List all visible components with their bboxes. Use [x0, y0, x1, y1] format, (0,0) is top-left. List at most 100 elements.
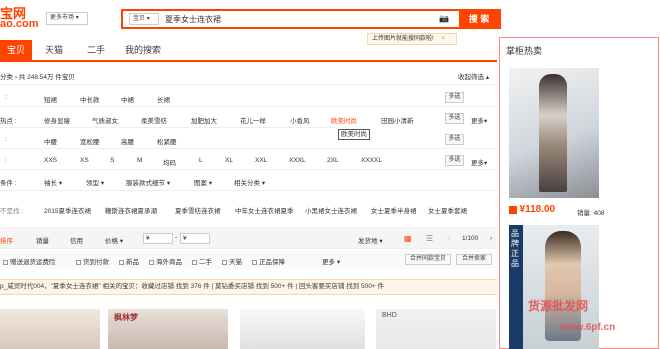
filter-option[interactable]: 中裙 [121, 94, 134, 104]
filter-option[interactable]: 花儿一样 [240, 115, 266, 125]
product-image[interactable]: BHD [376, 309, 496, 349]
tab-tmall[interactable]: 天猫 [38, 40, 70, 60]
sidebar-sales: 销量: 408 [577, 210, 605, 217]
camera-icon[interactable]: 📷 [439, 14, 449, 23]
filter-option[interactable]: 松紧腰 [157, 136, 177, 146]
chevron-down-icon: ▾ [336, 259, 341, 266]
sort-credit[interactable]: 信用 [70, 235, 83, 245]
prev-page-icon[interactable]: ‹ [448, 235, 450, 242]
size-option[interactable]: S [110, 157, 114, 164]
related-search[interactable]: 夏季雪纺连衣裙 [175, 205, 221, 215]
attribute-dropdown[interactable]: 图案 ▾ [194, 177, 212, 187]
close-icon[interactable]: × [441, 36, 445, 42]
more-options-link[interactable]: 更多▾ [471, 115, 487, 125]
sidebar-product-image[interactable] [509, 68, 599, 198]
checkbox-new[interactable]: 新品 [119, 256, 139, 266]
more-markets-dropdown[interactable]: 更多市场 ▾ [46, 12, 88, 25]
brand-banner-text: 品牌正品 [511, 229, 519, 268]
search-button[interactable]: 搜 索 [459, 11, 499, 27]
taobao-logo[interactable]: 宝网 ao.com [0, 7, 39, 30]
size-option[interactable]: 均码 [163, 157, 176, 167]
attribute-dropdown[interactable]: 相关分类 ▾ [234, 177, 265, 187]
attribute-dropdown[interactable]: 服装款式细节 ▾ [126, 177, 170, 187]
tab-my-search[interactable]: 我的搜索 [118, 40, 168, 60]
size-option[interactable]: XS [80, 157, 89, 164]
list-view-icon[interactable]: ☰ [426, 234, 433, 243]
checkbox-secondhand[interactable]: 二手 [192, 256, 212, 266]
size-option[interactable]: L [199, 157, 203, 164]
related-search[interactable]: 2015夏季连衣裙 [44, 205, 91, 215]
attribute-dropdown[interactable]: 领型 ▾ [86, 177, 104, 187]
breadcrumb-category[interactable]: 分类 [0, 74, 13, 81]
filter-option[interactable]: 柔美雪纺 [141, 115, 167, 125]
chevron-down-icon: ▾ [146, 16, 150, 22]
related-search[interactable]: 小黑裙女士连衣裙 [305, 205, 357, 215]
checkbox-icon [3, 259, 8, 265]
checkbox-cod[interactable]: 货到付款 [76, 256, 109, 266]
merge-same-button[interactable]: 合并同款宝贝 [405, 254, 451, 265]
ship-from-dropdown[interactable]: 发货地 ▾ [358, 235, 383, 245]
related-search[interactable]: 女士夏季套裙 [428, 205, 467, 215]
model-figure [539, 74, 567, 192]
chevron-up-icon: ▴ [485, 74, 490, 81]
filter-option[interactable]: 中长款 [80, 94, 100, 104]
search-input[interactable]: 夏季女士连衣裙 [165, 14, 221, 25]
sort-sales[interactable]: 销量 [36, 235, 49, 245]
ship-from-label: 发货地 [358, 238, 378, 245]
product-image[interactable] [240, 309, 365, 349]
size-option[interactable]: XXXL [289, 157, 306, 164]
filter-row6-label: 不是找 : [0, 208, 24, 215]
size-option[interactable]: XXS [44, 157, 57, 164]
size-option[interactable]: XL [225, 157, 233, 164]
tab-secondhand[interactable]: 二手 [80, 40, 112, 60]
search-box: 宝贝 ▾ 夏季女士连衣裙 📷 搜 索 [121, 9, 501, 29]
sort-default[interactable]: 排序 [0, 235, 13, 245]
product-image[interactable] [0, 309, 100, 349]
attribute-dropdown[interactable]: 袖长 ▾ [44, 177, 62, 187]
filter-option[interactable]: 宽松腰 [80, 136, 100, 146]
filter-option-selected[interactable]: 欧美时尚 [331, 115, 357, 125]
multi-select-button[interactable]: 多选 [445, 155, 464, 166]
grid-view-icon[interactable]: ▦ [404, 234, 412, 243]
filter-option[interactable]: 短裙 [44, 94, 57, 104]
checkbox-overseas[interactable]: 海外商品 [149, 256, 182, 266]
size-option[interactable]: XXL [255, 157, 267, 164]
filter-option[interactable]: 修身显瘦 [44, 115, 70, 125]
filter-option[interactable]: 小香风 [290, 115, 310, 125]
checkbox-icon [252, 259, 257, 265]
search-type-select[interactable]: 宝贝 ▾ [129, 13, 159, 25]
multi-select-button[interactable]: 多选 [445, 134, 464, 145]
filter-option[interactable]: 气质淑女 [92, 115, 118, 125]
size-option[interactable]: M [137, 157, 142, 164]
price-min-input[interactable]: ¥ [143, 233, 173, 244]
filter-option[interactable]: 长裙 [157, 94, 170, 104]
related-search[interactable]: 女士夏季半身裙 [371, 205, 417, 215]
sort-price[interactable]: 价格 ▾ [105, 235, 123, 245]
more-options-link[interactable]: 更多▾ [471, 157, 487, 167]
chevron-down-icon: ▾ [379, 238, 383, 245]
price-max-input[interactable]: ¥ [180, 233, 210, 244]
checkbox-genuine[interactable]: 正品保障 [252, 256, 285, 266]
size-option[interactable]: 2XL [327, 157, 339, 164]
filter-option[interactable]: 中腰 [44, 136, 57, 146]
multi-select-button[interactable]: 多选 [445, 113, 464, 124]
collapse-filter-link[interactable]: 收起筛选 ▴ [458, 71, 489, 81]
related-search[interactable]: 鞭斯连衣裙夏承潮 [105, 205, 157, 215]
filter-option[interactable]: 田园小清新 [381, 115, 414, 125]
filter-option[interactable]: 加肥加大 [191, 115, 217, 125]
filter-option[interactable]: 高腰 [121, 136, 134, 146]
chevron-down-icon: ▾ [208, 180, 213, 187]
checkbox-freight-insurance[interactable]: 赠送退货运费险 [3, 256, 56, 266]
size-option[interactable]: XXXXL [361, 157, 382, 164]
price-range-dash: - [175, 234, 178, 241]
next-page-icon[interactable]: › [490, 235, 492, 242]
more-filters-link[interactable]: 更多 ▾ [322, 256, 340, 266]
checkbox-icon [222, 259, 227, 265]
checkbox-tmall[interactable]: 天猫 [222, 256, 242, 266]
multi-select-button[interactable]: 多选 [445, 92, 464, 103]
related-search[interactable]: 中年女士连衣裙夏季 [235, 205, 294, 215]
merge-seller-button[interactable]: 合并卖家 [456, 254, 492, 265]
product-image[interactable]: 枫林梦 [108, 309, 228, 349]
tab-items[interactable]: 宝贝 [0, 40, 32, 60]
sidebar-price-row: ¥118.00 [509, 204, 555, 215]
